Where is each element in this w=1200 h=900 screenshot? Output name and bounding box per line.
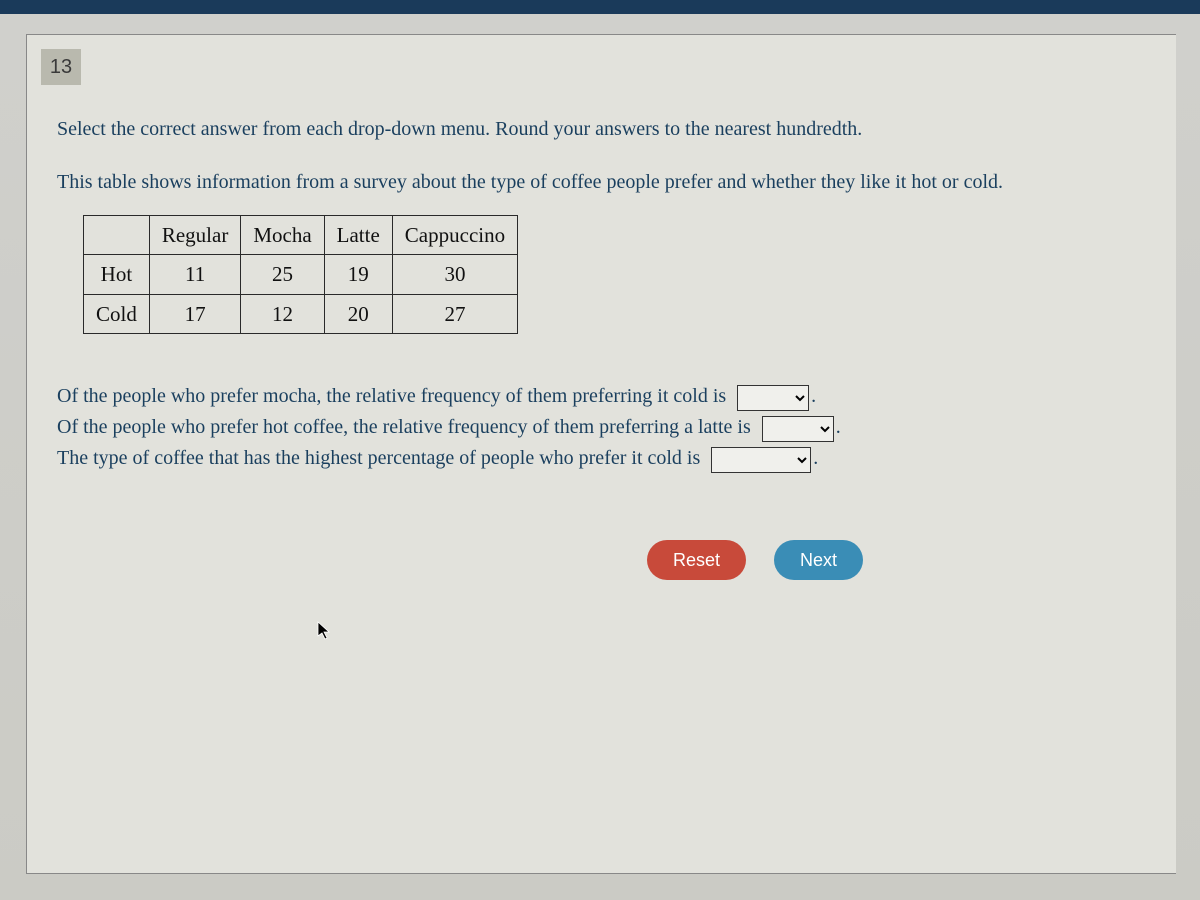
data-cell: 20 [324, 294, 392, 333]
answer-dropdown-1[interactable] [737, 385, 809, 411]
table-intro-text: This table shows information from a surv… [57, 168, 1166, 197]
statement-text: The type of coffee that has the highest … [57, 447, 700, 469]
data-cell: 27 [392, 294, 517, 333]
col-header: Latte [324, 216, 392, 255]
statement-1: Of the people who prefer mocha, the rela… [57, 382, 1166, 411]
statement-3: The type of coffee that has the highest … [57, 444, 1166, 473]
table-corner-cell [84, 216, 150, 255]
col-header: Regular [149, 216, 240, 255]
reset-button[interactable]: Reset [647, 540, 746, 580]
period: . [836, 416, 841, 438]
statement-text: Of the people who prefer mocha, the rela… [57, 385, 726, 407]
period: . [813, 447, 818, 469]
next-button[interactable]: Next [774, 540, 863, 580]
question-number: 13 [41, 49, 81, 85]
row-label: Hot [84, 255, 150, 294]
statement-2: Of the people who prefer hot coffee, the… [57, 413, 1166, 442]
cursor-icon [317, 621, 333, 646]
statement-text: Of the people who prefer hot coffee, the… [57, 416, 751, 438]
data-cell: 11 [149, 255, 240, 294]
data-cell: 12 [241, 294, 324, 333]
data-cell: 25 [241, 255, 324, 294]
instruction-text: Select the correct answer from each drop… [57, 115, 1166, 144]
table-header-row: Regular Mocha Latte Cappuccino [84, 216, 518, 255]
col-header: Cappuccino [392, 216, 517, 255]
period: . [811, 385, 816, 407]
fill-in-statements: Of the people who prefer mocha, the rela… [57, 382, 1166, 473]
table-row: Hot 11 25 19 30 [84, 255, 518, 294]
action-buttons: Reset Next [647, 540, 863, 580]
col-header: Mocha [241, 216, 324, 255]
data-cell: 19 [324, 255, 392, 294]
data-cell: 30 [392, 255, 517, 294]
question-content: Select the correct answer from each drop… [57, 115, 1166, 475]
question-card: 13 Select the correct answer from each d… [26, 34, 1176, 874]
row-label: Cold [84, 294, 150, 333]
answer-dropdown-3[interactable] [711, 447, 811, 473]
table-row: Cold 17 12 20 27 [84, 294, 518, 333]
coffee-survey-table: Regular Mocha Latte Cappuccino Hot 11 25… [83, 215, 518, 334]
data-cell: 17 [149, 294, 240, 333]
answer-dropdown-2[interactable] [762, 416, 834, 442]
